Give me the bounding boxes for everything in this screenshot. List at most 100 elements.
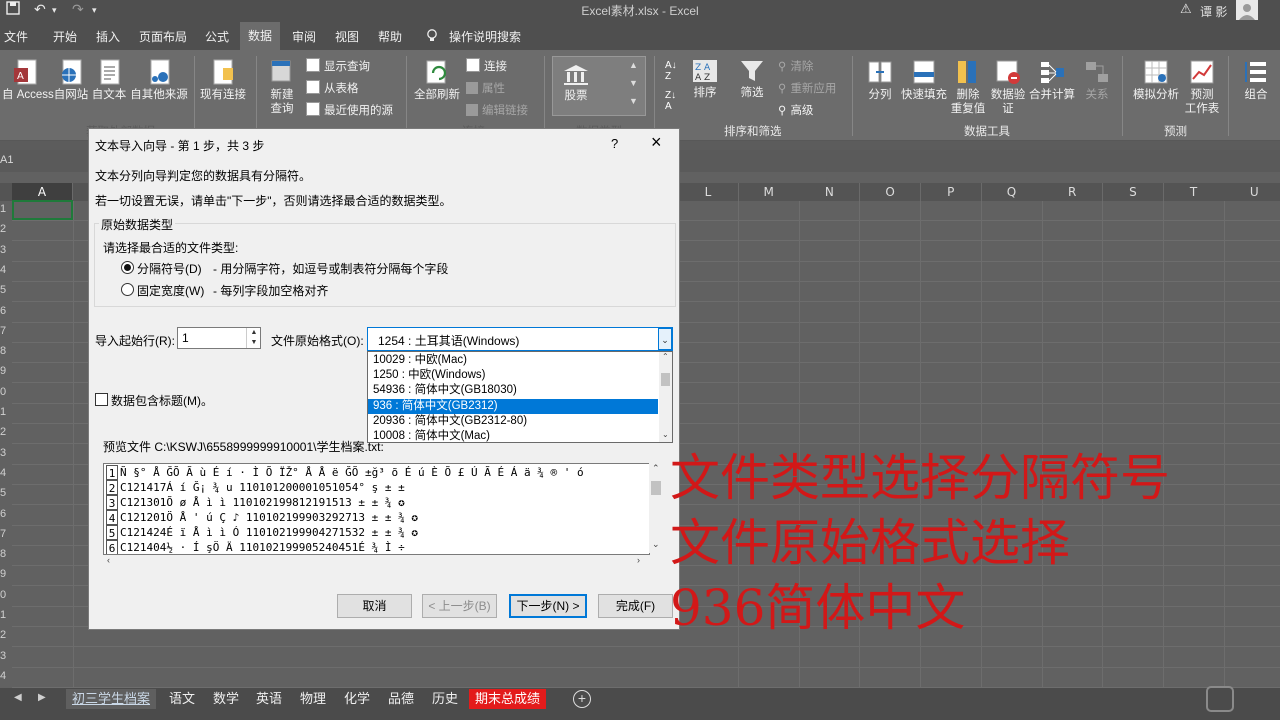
preview-vscrollbar[interactable]: ⌃ ⌄ xyxy=(649,463,663,553)
sheet-scroll-right-icon[interactable]: ▶ xyxy=(38,692,46,703)
file-origin-value[interactable]: 1254 : 土耳其语(Windows) xyxy=(378,332,519,349)
from-other-sources-button[interactable]: 自其他来源 xyxy=(128,58,190,102)
row-header[interactable]: 7 xyxy=(0,528,12,548)
sheet-tab-morality[interactable]: 品德 xyxy=(382,689,420,709)
text-to-columns-button[interactable]: 分列 xyxy=(862,58,898,102)
row-header[interactable]: 4 xyxy=(0,670,12,690)
column-header[interactable]: L xyxy=(678,183,739,201)
column-header[interactable]: U xyxy=(1224,183,1280,201)
user-name[interactable]: 谭 影 xyxy=(1200,3,1227,20)
lightbulb-icon[interactable] xyxy=(425,28,439,45)
tab-insert[interactable]: 插入 xyxy=(96,28,120,45)
preview-scroll-up-icon[interactable]: ⌃ xyxy=(652,463,660,474)
gallery-down-icon[interactable]: ▼ xyxy=(629,78,638,88)
customize-qat-icon[interactable]: ▾ xyxy=(92,5,97,16)
sheet-tab-chinese[interactable]: 语文 xyxy=(163,689,201,709)
sort-za-icon[interactable]: Z↓ A xyxy=(665,90,676,112)
fixed-width-radio[interactable] xyxy=(121,283,134,296)
sheet-tab-chemistry[interactable]: 化学 xyxy=(338,689,376,709)
show-queries-button[interactable]: 显示查询 xyxy=(306,58,370,74)
edit-links-button[interactable]: 编辑链接 xyxy=(466,102,528,118)
column-header[interactable]: M xyxy=(738,183,800,201)
close-icon[interactable]: × xyxy=(651,132,662,153)
redo-icon[interactable]: ↷ xyxy=(72,1,84,18)
sheet-tab-history[interactable]: 历史 xyxy=(426,689,464,709)
existing-connections-button[interactable]: 现有连接 xyxy=(198,58,248,102)
row-header[interactable]: 8 xyxy=(0,345,12,365)
reapply-button[interactable]: ⚲ 重新应用 xyxy=(778,80,836,96)
advanced-filter-button[interactable]: ⚲ 高级 xyxy=(778,102,813,118)
preview-pane[interactable]: 1Ñ §° Å ĞÕ Ã ù É í · Ì Õ ÏŽ° Å Å ë ĞÕ ±ğ… xyxy=(103,463,650,555)
preview-hscrollbar[interactable]: ‹ › xyxy=(103,555,648,569)
file-origin-select[interactable]: 1254 : 土耳其语(Windows) ⌄ xyxy=(367,327,673,351)
row-header[interactable]: 4 xyxy=(0,467,12,487)
row-header[interactable]: 2 xyxy=(0,426,12,446)
from-web-button[interactable]: 自网站 xyxy=(52,58,90,102)
column-header[interactable]: T xyxy=(1163,183,1225,201)
fixed-width-label[interactable]: 固定宽度(W) xyxy=(137,282,204,299)
row-header[interactable]: 0 xyxy=(0,386,12,406)
refresh-all-button[interactable]: 全部刷新 xyxy=(412,58,462,102)
spinner-arrows-icon[interactable]: ▲ ▼ xyxy=(246,328,261,348)
row-header[interactable]: 5 xyxy=(0,284,12,304)
row-header[interactable]: 3 xyxy=(0,244,12,264)
preview-scroll-down-icon[interactable]: ⌄ xyxy=(652,539,660,550)
save-icon[interactable] xyxy=(6,1,20,18)
tab-review[interactable]: 审阅 xyxy=(292,28,316,45)
row-header[interactable]: 8 xyxy=(0,548,12,568)
from-access-button[interactable]: A 自 Access xyxy=(2,58,54,102)
row-header[interactable]: 2 xyxy=(0,223,12,243)
column-header[interactable]: O xyxy=(860,183,922,201)
delimited-radio[interactable] xyxy=(121,261,134,274)
origin-option[interactable]: 54936 : 简体中文(GB18030) xyxy=(368,383,658,398)
row-header[interactable]: 1 xyxy=(0,406,12,426)
row-header[interactable]: 3 xyxy=(0,447,12,467)
filter-button[interactable]: 筛选 xyxy=(734,58,770,100)
sort-button[interactable]: Z AA Z 排序 xyxy=(688,58,722,100)
add-sheet-icon[interactable]: + xyxy=(573,690,591,708)
help-icon[interactable]: ? xyxy=(611,136,618,151)
scroll-thumb[interactable] xyxy=(661,373,670,386)
origin-option[interactable]: 936 : 简体中文(GB2312) xyxy=(368,398,658,414)
tab-view[interactable]: 视图 xyxy=(335,28,359,45)
column-header[interactable]: P xyxy=(920,183,982,201)
relationships-button[interactable]: 关系 xyxy=(1080,58,1114,102)
sheet-tab-english[interactable]: 英语 xyxy=(250,689,288,709)
preview-scroll-thumb[interactable] xyxy=(651,481,661,495)
row-header[interactable]: 5 xyxy=(0,487,12,507)
sheet-tab-physics[interactable]: 物理 xyxy=(294,689,332,709)
tab-home[interactable]: 开始 xyxy=(53,28,77,45)
chevron-down-icon[interactable]: ⌄ xyxy=(658,328,672,350)
tell-me-search[interactable]: 操作说明搜索 xyxy=(449,28,521,45)
row-header[interactable]: 6 xyxy=(0,305,12,325)
what-if-analysis-button[interactable]: 模拟分析 xyxy=(1130,58,1182,102)
column-header[interactable]: N xyxy=(799,183,861,201)
gallery-more-icon[interactable]: ▼ xyxy=(629,96,638,106)
undo-dropdown-icon[interactable]: ▾ xyxy=(52,5,57,16)
tab-file[interactable]: 文件 xyxy=(4,28,28,45)
undo-icon[interactable]: ↶ xyxy=(34,1,46,18)
flash-fill-button[interactable]: 快速填充 xyxy=(900,58,948,102)
recent-sources-button[interactable]: 最近使用的源 xyxy=(306,102,393,118)
preview-scroll-right-icon[interactable]: › xyxy=(637,555,640,565)
cancel-button[interactable]: 取消 xyxy=(337,594,412,618)
remove-duplicates-button[interactable]: 删除 重复值 xyxy=(950,58,986,116)
sort-az-icon[interactable]: A↓ Z xyxy=(665,60,677,82)
back-button[interactable]: < 上一步(B) xyxy=(422,594,497,618)
column-header[interactable]: S xyxy=(1102,183,1164,201)
clear-filter-button[interactable]: ⚲ 清除 xyxy=(778,58,813,74)
row-header[interactable]: 0 xyxy=(0,589,12,609)
column-header-a[interactable]: A xyxy=(12,183,73,201)
group-button[interactable]: 组合 xyxy=(1238,58,1274,102)
data-validation-button[interactable]: 数据验 证 xyxy=(988,58,1028,116)
finish-button[interactable]: 完成(F) xyxy=(598,594,673,618)
data-types-gallery[interactable]: 股票 ▲ ▼ ▼ xyxy=(552,56,646,116)
origin-option[interactable]: 1250 : 中欧(Windows) xyxy=(368,368,658,383)
column-header[interactable]: Q xyxy=(981,183,1043,201)
origin-option[interactable]: 20936 : 简体中文(GB2312-80) xyxy=(368,414,658,429)
sheet-tab-final[interactable]: 期末总成绩 xyxy=(469,689,547,709)
column-header[interactable]: R xyxy=(1042,183,1104,201)
tab-formulas[interactable]: 公式 xyxy=(205,28,229,45)
row-header[interactable]: 6 xyxy=(0,508,12,528)
start-row-value[interactable]: 1 xyxy=(182,331,189,345)
